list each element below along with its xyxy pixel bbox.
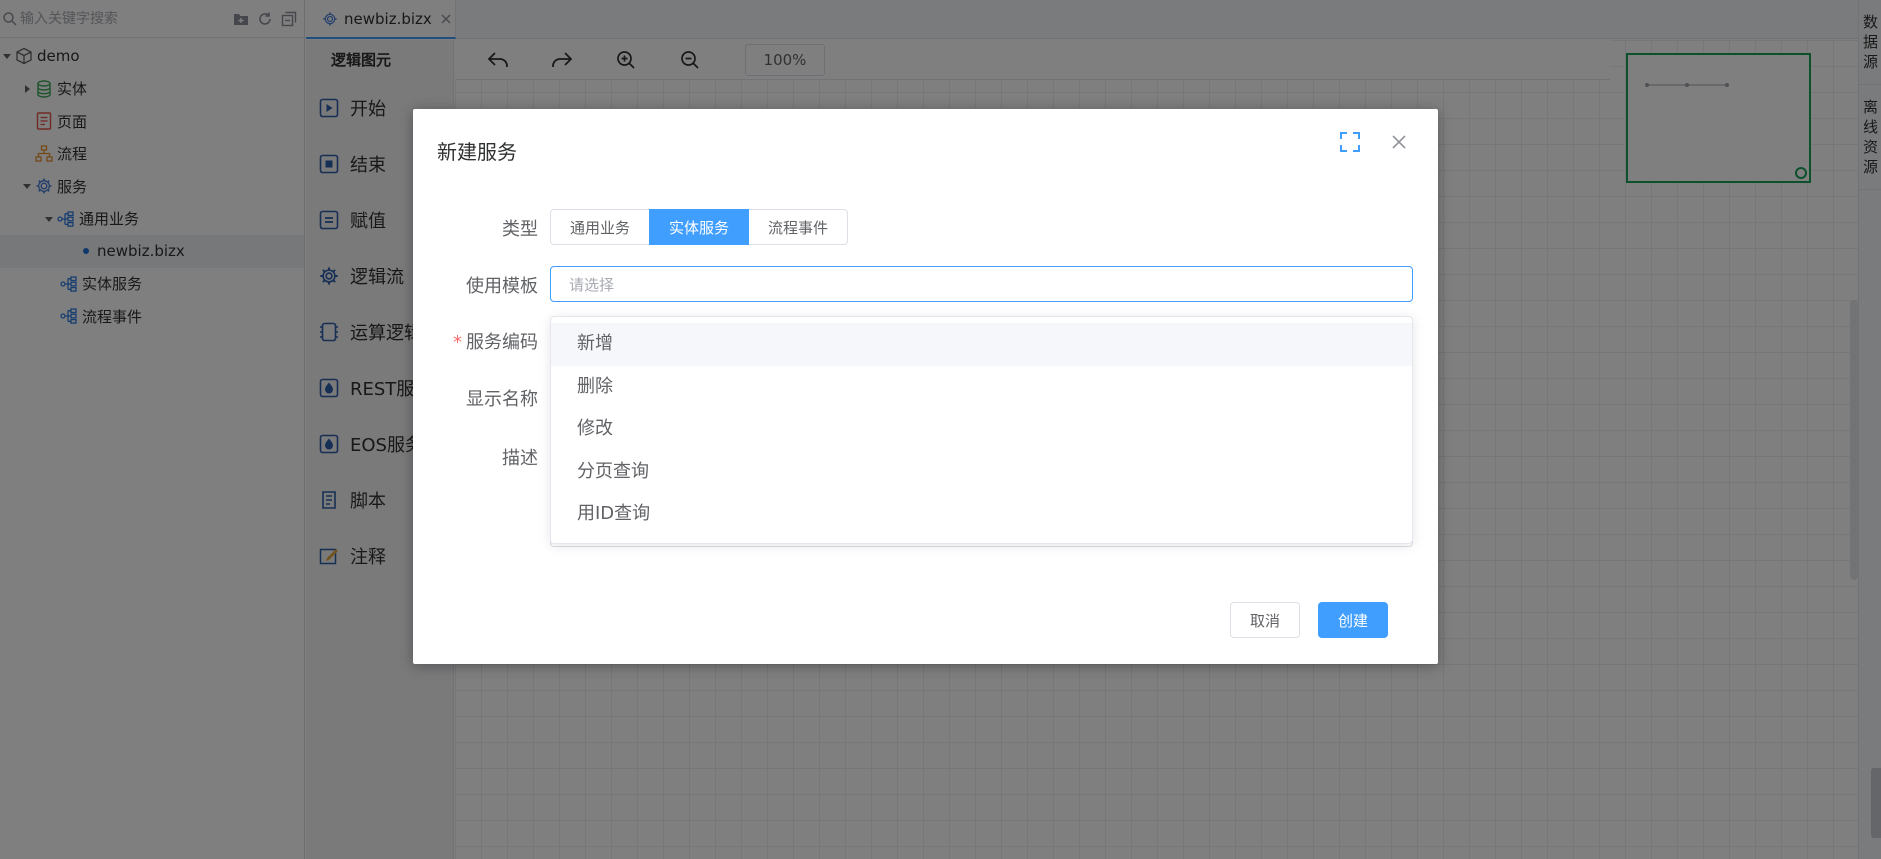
template-option-paged-query[interactable]: 分页查询 xyxy=(551,451,1412,494)
type-option-general-biz[interactable]: 通用业务 xyxy=(550,209,651,245)
create-button[interactable]: 创建 xyxy=(1318,602,1388,638)
service-code-label-text: 服务编码 xyxy=(466,332,538,353)
type-option-flow-event[interactable]: 流程事件 xyxy=(748,209,849,245)
template-select[interactable]: 请选择 xyxy=(550,266,1413,302)
template-option-query-by-id[interactable]: 用ID查询 xyxy=(551,493,1412,536)
type-option-entity-service[interactable]: 实体服务 xyxy=(649,209,750,245)
fullscreen-icon[interactable] xyxy=(1339,131,1365,157)
close-icon[interactable] xyxy=(1390,133,1412,155)
template-option-delete[interactable]: 删除 xyxy=(551,366,1412,409)
template-label: 使用模板 xyxy=(466,276,538,297)
description-label: 描述 xyxy=(502,448,538,469)
required-mark: * xyxy=(453,332,462,353)
template-select-placeholder: 请选择 xyxy=(569,275,615,294)
service-code-label: * 服务编码 xyxy=(413,328,538,354)
display-name-label: 显示名称 xyxy=(466,389,538,410)
dialog-title: 新建服务 xyxy=(437,140,517,164)
template-option-update[interactable]: 修改 xyxy=(551,408,1412,451)
template-option-add[interactable]: 新增 xyxy=(551,323,1412,366)
type-segmented-control: 通用业务 实体服务 流程事件 xyxy=(550,209,849,245)
cancel-button[interactable]: 取消 xyxy=(1230,602,1300,638)
new-service-dialog: 新建服务 类型 通用业务 实体服务 流程事件 使用模板 请选择 * 服务编码 显示… xyxy=(413,109,1438,664)
type-label: 类型 xyxy=(502,219,538,240)
template-dropdown: 新增 删除 修改 分页查询 用ID查询 xyxy=(550,316,1413,544)
